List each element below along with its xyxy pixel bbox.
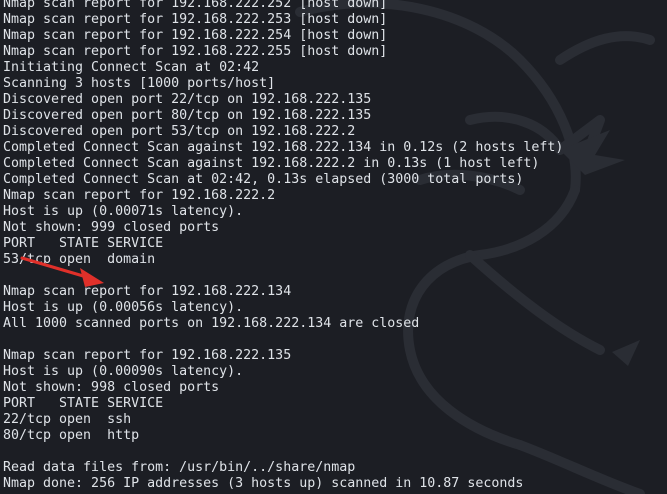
- output-line: PORT STATE SERVICE: [3, 396, 164, 411]
- output-line: Host is up (0.00056s latency).: [3, 300, 244, 315]
- output-line: All 1000 scanned ports on 192.168.222.13…: [3, 316, 420, 331]
- output-line: Nmap scan report for 192.168.222.135: [3, 348, 292, 363]
- output-line: Nmap scan report for 192.168.222.252 [ho…: [3, 0, 388, 11]
- output-line: Discovered open port 80/tcp on 192.168.2…: [3, 108, 372, 123]
- output-line: Discovered open port 53/tcp on 192.168.2…: [3, 124, 356, 139]
- output-line: Completed Connect Scan at 02:42, 0.13s e…: [3, 172, 524, 187]
- output-line: Host is up (0.00090s latency).: [3, 364, 244, 379]
- output-line: 22/tcp open ssh: [3, 412, 132, 427]
- terminal-window[interactable]: Nmap scan report for 192.168.222.252 [ho…: [0, 0, 667, 494]
- output-line: Completed Connect Scan against 192.168.2…: [3, 140, 564, 155]
- output-line: Nmap scan report for 192.168.222.2: [3, 188, 276, 203]
- output-line: Nmap scan report for 192.168.222.255 [ho…: [3, 44, 388, 59]
- output-line: 53/tcp open domain: [3, 252, 156, 267]
- output-line: Not shown: 999 closed ports: [3, 220, 220, 235]
- output-line: Nmap scan report for 192.168.222.254 [ho…: [3, 28, 388, 43]
- output-line: Read data files from: /usr/bin/../share/…: [3, 460, 356, 475]
- output-line: PORT STATE SERVICE: [3, 236, 164, 251]
- terminal-output: Nmap scan report for 192.168.222.252 [ho…: [3, 0, 563, 492]
- output-line: Completed Connect Scan against 192.168.2…: [3, 156, 540, 171]
- output-line: Nmap scan report for 192.168.222.134: [3, 284, 292, 299]
- output-line: 80/tcp open http: [3, 428, 140, 443]
- output-line: Nmap scan report for 192.168.222.253 [ho…: [3, 12, 388, 27]
- output-line: Nmap done: 256 IP addresses (3 hosts up)…: [3, 476, 524, 491]
- output-line: Discovered open port 22/tcp on 192.168.2…: [3, 92, 372, 107]
- output-line: Not shown: 998 closed ports: [3, 380, 220, 395]
- output-line: Initiating Connect Scan at 02:42: [3, 60, 260, 75]
- output-line: Host is up (0.00071s latency).: [3, 204, 244, 219]
- output-line: Scanning 3 hosts [1000 ports/host]: [3, 76, 276, 91]
